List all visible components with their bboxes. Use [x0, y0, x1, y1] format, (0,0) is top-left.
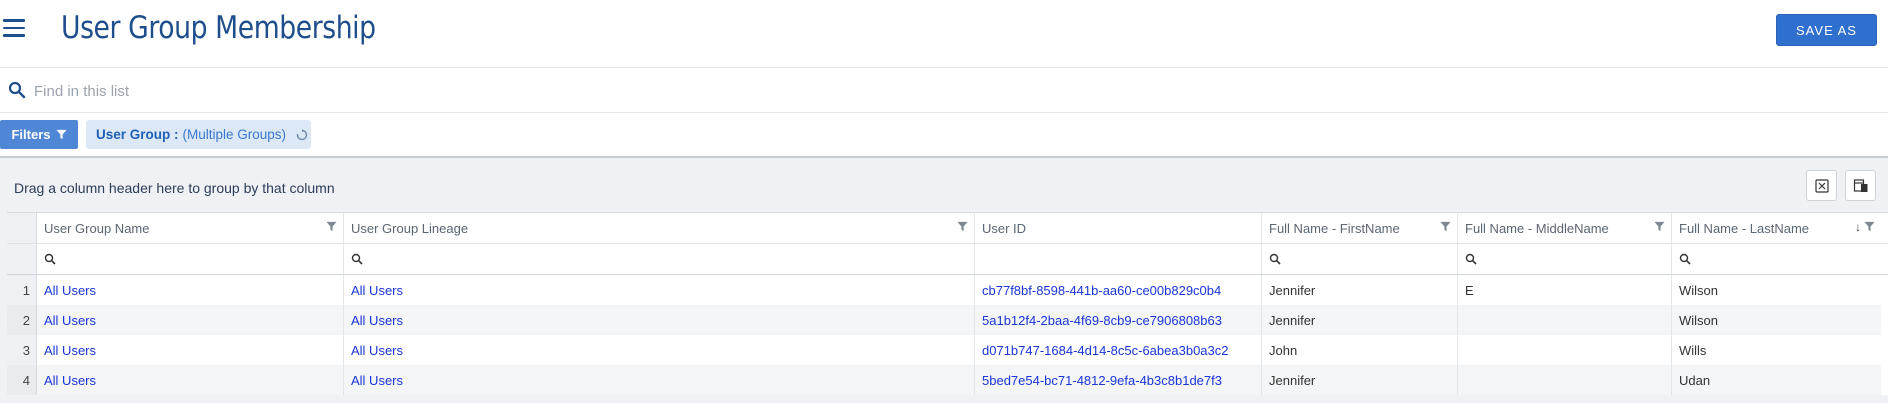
user-group-name-link[interactable]: All Users: [44, 313, 96, 328]
column-filter-icon[interactable]: [326, 221, 337, 232]
search-bar: [0, 69, 1888, 113]
last-name-cell: Wilson: [1679, 282, 1719, 298]
filters-button-label: Filters: [11, 127, 51, 142]
sort-descending-icon[interactable]: ↓: [1855, 220, 1861, 234]
table-row[interactable]: 1 All Users All Users cb77f8bf-8598-441b…: [7, 275, 1888, 305]
user-group-name-link[interactable]: All Users: [44, 373, 96, 388]
column-filter-icon[interactable]: [1440, 221, 1451, 232]
filter-cell-middle-name[interactable]: [1458, 244, 1672, 274]
column-chooser-button[interactable]: [1845, 170, 1876, 201]
export-button[interactable]: [1806, 170, 1837, 201]
hamburger-menu-icon[interactable]: [3, 19, 25, 37]
middle-name-cell: E: [1465, 282, 1474, 298]
first-name-cell: Jennifer: [1269, 372, 1316, 388]
column-header-last-name[interactable]: Full Name - LastName ↓: [1672, 213, 1881, 243]
column-header-middle-name[interactable]: Full Name - MiddleName: [1458, 213, 1672, 243]
row-number: 3: [7, 335, 37, 365]
table-row[interactable]: 2 All Users All Users 5a1b12f4-2baa-4f69…: [7, 305, 1888, 335]
row-number: 2: [7, 305, 37, 335]
row-number-filter: [7, 244, 37, 274]
grid-container: Drag a column header here to group by th…: [0, 158, 1888, 403]
user-id-link[interactable]: 5a1b12f4-2baa-4f69-8cb9-ce7906808b63: [982, 313, 1222, 328]
column-filter-icon[interactable]: [1864, 221, 1875, 232]
app-header: User Group Membership SAVE AS: [0, 0, 1888, 68]
search-icon: [1465, 253, 1477, 265]
column-filter-icon[interactable]: [957, 221, 968, 232]
grid-filter-row: [7, 244, 1888, 275]
table-row[interactable]: 3 All Users All Users d071b747-1684-4d14…: [7, 335, 1888, 365]
save-as-button[interactable]: SAVE AS: [1776, 14, 1877, 46]
row-number: 4: [7, 365, 37, 395]
search-icon: [8, 81, 26, 99]
column-header-user-group-lineage[interactable]: User Group Lineage: [344, 213, 975, 243]
column-header-label: User Group Name: [44, 220, 150, 236]
chip-value: (Multiple Groups): [182, 127, 287, 142]
filter-cell-user-group-lineage[interactable]: [344, 244, 975, 274]
filter-funnel-icon: [55, 129, 67, 140]
user-id-link[interactable]: cb77f8bf-8598-441b-aa60-ce00b829c0b4: [982, 283, 1221, 298]
user-group-lineage-link[interactable]: All Users: [351, 373, 403, 388]
search-icon: [351, 253, 363, 265]
last-name-cell: Wills: [1679, 342, 1707, 358]
column-header-first-name[interactable]: Full Name - FirstName: [1262, 213, 1458, 243]
export-excel-icon: [1814, 178, 1829, 193]
reset-icon[interactable]: [296, 128, 308, 141]
search-icon: [1679, 253, 1691, 265]
data-grid: User Group Name User Group Lineage User …: [7, 212, 1888, 395]
first-name-cell: Jennifer: [1269, 312, 1316, 328]
filter-cell-user-id[interactable]: [975, 244, 1262, 274]
user-group-name-link[interactable]: All Users: [44, 283, 96, 298]
search-input[interactable]: [34, 78, 734, 104]
filter-cell-user-group-name[interactable]: [37, 244, 344, 274]
last-name-cell: Wilson: [1679, 312, 1719, 328]
first-name-cell: John: [1269, 342, 1298, 358]
row-number-header: [7, 213, 37, 243]
group-panel-hint: Drag a column header here to group by th…: [14, 180, 335, 196]
row-number: 1: [7, 275, 37, 305]
column-header-user-group-name[interactable]: User Group Name: [37, 213, 344, 243]
filters-button[interactable]: Filters: [0, 120, 78, 149]
page-title: User Group Membership: [61, 10, 376, 46]
column-header-label: Full Name - FirstName: [1269, 220, 1400, 236]
filter-cell-first-name[interactable]: [1262, 244, 1458, 274]
column-filter-icon[interactable]: [1654, 221, 1665, 232]
column-chooser-icon: [1853, 178, 1867, 192]
user-id-link[interactable]: d071b747-1684-4d14-8c5c-6abea3b0a3c2: [982, 343, 1229, 358]
chip-label: User Group :: [96, 127, 179, 142]
search-icon: [44, 253, 56, 265]
user-group-name-link[interactable]: All Users: [44, 343, 96, 358]
column-header-user-id[interactable]: User ID: [975, 213, 1262, 243]
filter-bar: Filters User Group : (Multiple Groups): [0, 113, 1888, 157]
filter-cell-last-name[interactable]: [1672, 244, 1881, 274]
table-row[interactable]: 4 All Users All Users 5bed7e54-bc71-4812…: [7, 365, 1888, 395]
column-header-label: User Group Lineage: [351, 220, 469, 236]
column-header-label: Full Name - MiddleName: [1465, 220, 1609, 236]
user-group-lineage-link[interactable]: All Users: [351, 313, 403, 328]
search-icon: [1269, 253, 1281, 265]
user-id-link[interactable]: 5bed7e54-bc71-4812-9efa-4b3c8b1de7f3: [982, 373, 1222, 388]
user-group-lineage-link[interactable]: All Users: [351, 343, 403, 358]
grid-header-row: User Group Name User Group Lineage User …: [7, 213, 1888, 244]
column-header-label: Full Name - LastName: [1679, 220, 1810, 236]
user-group-filter-chip[interactable]: User Group : (Multiple Groups): [86, 120, 311, 149]
column-header-label: User ID: [982, 220, 1027, 236]
user-group-lineage-link[interactable]: All Users: [351, 283, 403, 298]
last-name-cell: Udan: [1679, 372, 1711, 388]
first-name-cell: Jennifer: [1269, 282, 1316, 298]
